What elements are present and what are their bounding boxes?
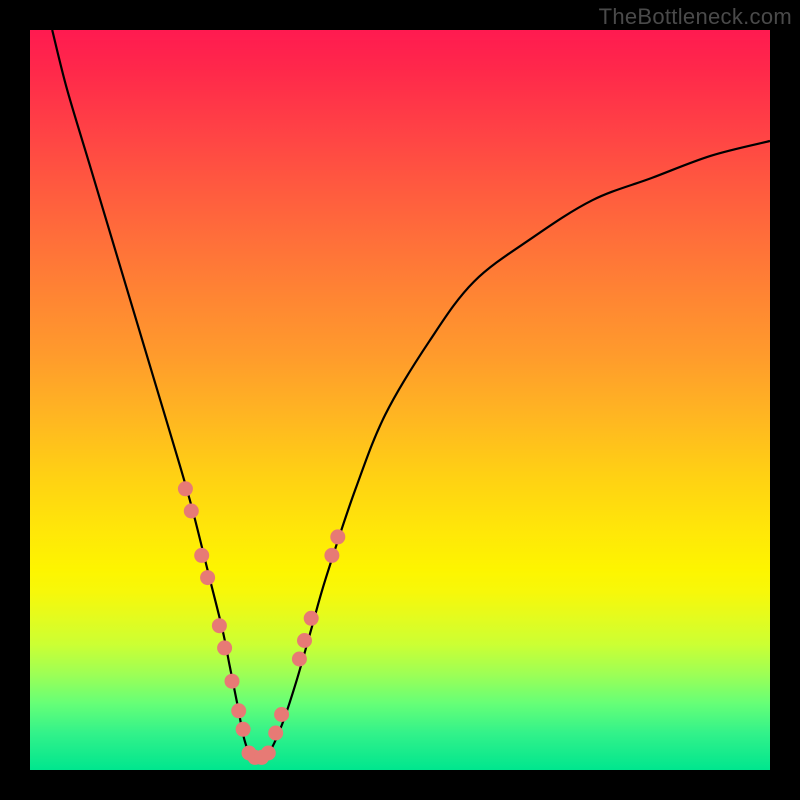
data-point	[217, 640, 232, 655]
data-point	[194, 548, 209, 563]
data-point	[178, 481, 193, 496]
data-point	[184, 504, 199, 519]
plot-area	[30, 30, 770, 770]
data-point	[274, 707, 289, 722]
data-point	[261, 746, 276, 761]
data-point	[225, 674, 240, 689]
data-point	[200, 570, 215, 585]
data-point	[304, 611, 319, 626]
data-point	[268, 726, 283, 741]
data-points	[178, 481, 345, 765]
data-point	[231, 703, 246, 718]
data-point	[330, 529, 345, 544]
watermark-text: TheBottleneck.com	[599, 4, 792, 30]
curve-svg	[30, 30, 770, 770]
bottleneck-curve	[52, 30, 770, 758]
chart-frame: TheBottleneck.com	[0, 0, 800, 800]
data-point	[297, 633, 312, 648]
data-point	[324, 548, 339, 563]
data-point	[212, 618, 227, 633]
data-point	[236, 722, 251, 737]
data-point	[292, 652, 307, 667]
